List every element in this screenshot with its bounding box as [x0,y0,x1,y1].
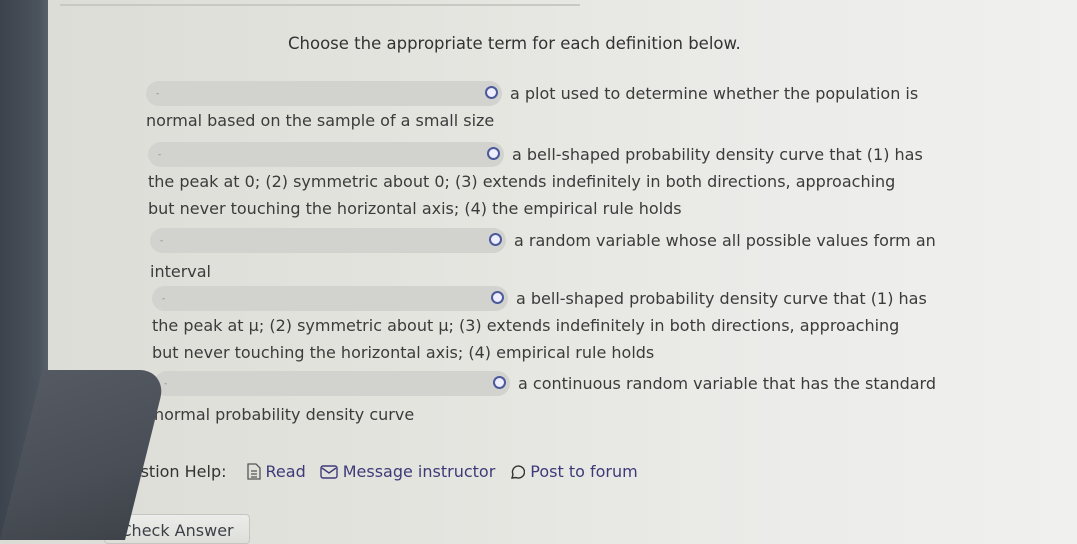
select-chevron-icon [487,147,500,160]
definition-text-cont: the peak at 0; (2) symmetric about 0; (3… [148,172,896,191]
term-select[interactable]: - [152,286,508,311]
instructions: Choose the appropriate term for each def… [288,34,741,53]
term-select[interactable]: - [146,81,502,106]
definition-item: - a random variable whose all possible v… [150,227,936,285]
definition-text: a plot used to determine whether the pop… [510,84,919,103]
select-chevron-icon [489,233,502,246]
question-help: Question Help: Read Message instructor P… [108,462,652,481]
term-select[interactable]: - [154,371,510,396]
post-to-forum-link[interactable]: Post to forum [509,462,638,481]
divider [60,4,580,6]
term-select[interactable]: - [150,228,506,253]
definition-item: - a plot used to determine whether the p… [146,80,918,134]
definition-text: a continuous random variable that has th… [518,374,936,393]
definition-text-cont: the peak at μ; (2) symmetric about μ; (3… [152,316,900,335]
definition-text: a random variable whose all possible val… [514,231,936,250]
envelope-icon [320,464,338,479]
select-chevron-icon [493,376,506,389]
select-chevron-icon [491,291,504,304]
select-chevron-icon [485,86,498,99]
definition-item: - a bell-shaped probability density curv… [152,285,927,366]
definition-text: a bell-shaped probability density curve … [516,289,927,308]
definition-text-cont: normal probability density curve [154,405,415,424]
read-link[interactable]: Read [246,462,306,481]
message-instructor-link[interactable]: Message instructor [320,462,495,481]
term-select[interactable]: - [148,142,504,167]
definition-text: a bell-shaped probability density curve … [512,145,923,164]
definition-text-cont: but never touching the horizontal axis; … [148,199,682,218]
definition-text-cont: normal based on the sample of a small si… [146,111,495,130]
definition-text-cont: interval [150,262,211,281]
chat-bubble-icon [511,464,526,479]
definition-item: - a bell-shaped probability density curv… [148,141,923,222]
definition-text-cont: but never touching the horizontal axis; … [152,343,655,362]
document-icon [246,463,261,480]
definition-item: - a continuous random variable that has … [154,370,936,428]
